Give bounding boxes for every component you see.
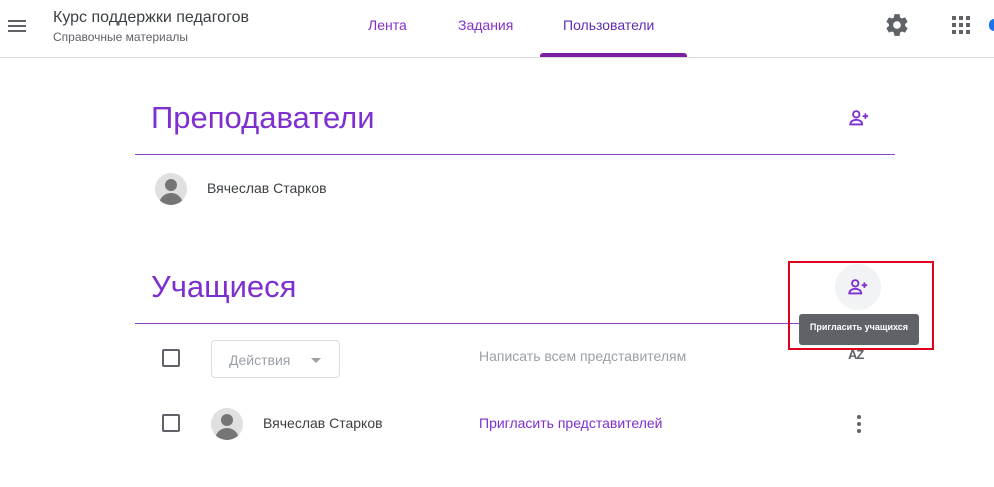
course-subtitle: Справочные материалы [53, 30, 189, 44]
sort-az-icon: AZ [848, 347, 864, 362]
tab-people[interactable]: Пользователи [563, 17, 654, 33]
email-all-guardians-link[interactable]: Написать всем представителям [479, 348, 686, 364]
invite-students-button[interactable] [835, 264, 881, 310]
student-row-checkbox[interactable] [162, 414, 180, 432]
actions-dropdown[interactable]: Действия [211, 340, 340, 378]
select-all-checkbox[interactable] [162, 349, 180, 367]
tooltip: Пригласить учащихся [799, 314, 919, 345]
students-heading: Учащиеся [151, 269, 297, 304]
apps-grid-icon[interactable] [950, 14, 972, 36]
student-name[interactable]: Вячеслав Старков [263, 415, 383, 431]
teachers-divider [135, 154, 895, 155]
students-divider [135, 323, 895, 324]
invite-teachers-button[interactable] [836, 95, 882, 141]
person-add-icon [848, 279, 868, 295]
menu-icon[interactable] [6, 14, 30, 38]
teacher-name[interactable]: Вячеслав Старков [207, 180, 327, 196]
invite-guardians-link[interactable]: Пригласить представителей [479, 415, 663, 431]
more-vert-icon[interactable] [849, 412, 869, 436]
chevron-down-icon [311, 358, 321, 363]
active-tab-indicator [540, 53, 687, 57]
top-app-bar: Курс поддержки педагогов Справочные мате… [0, 0, 994, 58]
person-add-icon [849, 110, 869, 126]
actions-label: Действия [229, 352, 291, 368]
tab-stream[interactable]: Лента [368, 17, 407, 33]
avatar [211, 408, 243, 440]
teachers-heading: Преподаватели [151, 100, 375, 135]
course-title[interactable]: Курс поддержки педагогов [53, 9, 249, 27]
gear-icon[interactable] [884, 12, 910, 38]
avatar [155, 173, 187, 205]
account-avatar[interactable] [989, 19, 994, 31]
sort-az-button[interactable]: AZ [846, 344, 872, 368]
tab-classwork[interactable]: Задания [458, 17, 513, 33]
